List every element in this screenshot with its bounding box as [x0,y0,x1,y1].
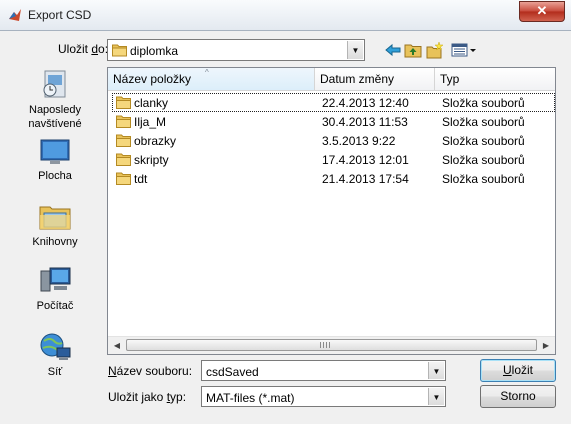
filename-label-mnemonic: N [108,364,117,378]
computer-icon [40,267,71,292]
sort-ascending-icon: ^ [205,68,209,77]
place-label: Knihovny [32,236,78,248]
matlab-icon [9,9,21,21]
file-name: tdt [134,172,148,186]
filename-label: Název souboru: [108,364,192,378]
desktop-icon [40,139,70,164]
file-row[interactable]: clanky 22.4.2013 12:40 Složka souborů [112,93,555,112]
column-header-type-label: Typ [440,72,460,86]
column-header-name-label: Název položky [113,72,192,86]
file-name: Ilja_M [134,115,167,129]
horizontal-scrollbar[interactable]: ◀ ▶ [108,336,555,354]
folder-icon [112,44,127,57]
chevron-down-icon[interactable]: ▼ [428,362,444,379]
close-icon: ✕ [536,3,548,18]
place-label: Naposledy navštívené [28,104,82,130]
place-desktop[interactable]: Plocha [8,137,102,183]
look-in-value: diplomka [130,44,179,58]
column-header-type[interactable]: Typ [435,68,555,90]
cancel-button[interactable]: Storno [480,385,556,408]
new-folder-icon[interactable] [426,41,444,59]
filetype-label: Uložit jako typ: [108,390,186,404]
filetype-label-suffix: yp: [170,390,187,404]
filetype-label-text: Uložit jako [108,390,167,404]
place-label: Síť [47,366,63,378]
folder-icon [116,96,131,109]
filetype-dropdown[interactable]: MAT-files (*.mat) ▼ [201,386,446,407]
column-header-row: ^ Název položky Datum změny Typ [108,68,555,91]
save-button[interactable]: Uložit [480,359,556,382]
folder-icon [116,153,131,166]
place-label: Počítač [36,300,74,312]
close-button[interactable]: ✕ [519,1,565,22]
scroll-left-icon[interactable]: ◀ [109,338,125,353]
grip-icon [320,342,330,348]
place-computer[interactable]: Počítač [8,265,102,313]
file-row[interactable]: obrazky 3.5.2013 9:22 Složka souborů [112,131,555,150]
file-type: Složka souborů [442,153,525,167]
folder-icon [116,172,131,185]
folder-icon [116,134,131,147]
filename-label-text: ázev souboru: [116,364,193,378]
column-header-date[interactable]: Datum změny [315,68,435,90]
file-name: obrazky [134,134,177,148]
folder-icon [116,115,131,128]
recent-places-icon [43,70,66,98]
file-list[interactable]: ^ Název položky Datum změny Typ clanky 2… [107,67,556,355]
view-menu-icon[interactable] [451,41,477,59]
place-network[interactable]: Síť [8,331,102,379]
back-arrow-icon[interactable] [384,41,402,59]
file-date: 17.4.2013 12:01 [322,153,409,167]
filetype-value: MAT-files (*.mat) [206,391,295,405]
places-bar: Naposledy navštívené Plocha Knihovny Poč… [8,67,102,378]
save-label: ložit [511,363,533,377]
up-folder-icon[interactable] [404,41,422,59]
scroll-right-icon[interactable]: ▶ [538,338,554,353]
chevron-down-icon[interactable]: ▼ [347,41,363,59]
file-date: 3.5.2013 9:22 [322,134,396,148]
libraries-icon [39,206,71,230]
place-label: Plocha [38,170,72,182]
filename-field[interactable]: csdSaved ▼ [201,360,446,381]
file-name: skripty [134,153,169,167]
file-date: 30.4.2013 11:53 [322,115,408,129]
file-type: Složka souborů [442,172,525,186]
file-type: Složka souborů [442,96,525,110]
chevron-down-icon[interactable]: ▼ [428,388,444,405]
place-libraries[interactable]: Knihovny [8,201,102,249]
file-date: 21.4.2013 17:54 [322,172,409,186]
file-name: clanky [134,96,169,110]
column-header-name[interactable]: ^ Název položky [108,68,315,90]
cancel-label: Storno [500,389,536,403]
column-header-date-label: Datum změny [320,72,395,86]
file-type: Složka souborů [442,115,525,129]
save-dialog: Uložit do: diplomka ▼ Naposledy navštíve… [0,31,571,424]
network-icon [40,333,71,360]
file-type: Složka souborů [442,134,525,148]
filename-value: csdSaved [206,365,259,379]
look-in-label: Uložit do: [58,42,108,56]
file-row[interactable]: tdt 21.4.2013 17:54 Složka souborů [112,169,555,188]
scrollbar-thumb[interactable] [126,339,537,351]
file-date: 22.4.2013 12:40 [322,96,409,110]
look-in-label-text: Uložit [58,42,92,56]
save-label-mnemonic: U [502,363,512,377]
look-in-dropdown[interactable]: diplomka ▼ [107,39,365,61]
file-row[interactable]: skripty 17.4.2013 12:01 Složka souborů [112,150,555,169]
title-bar: Export CSD ✕ [0,0,571,31]
file-row[interactable]: Ilja_M 30.4.2013 11:53 Složka souborů [112,112,555,131]
place-recent[interactable]: Naposledy navštívené [8,69,102,131]
window-title: Export CSD [28,8,92,22]
